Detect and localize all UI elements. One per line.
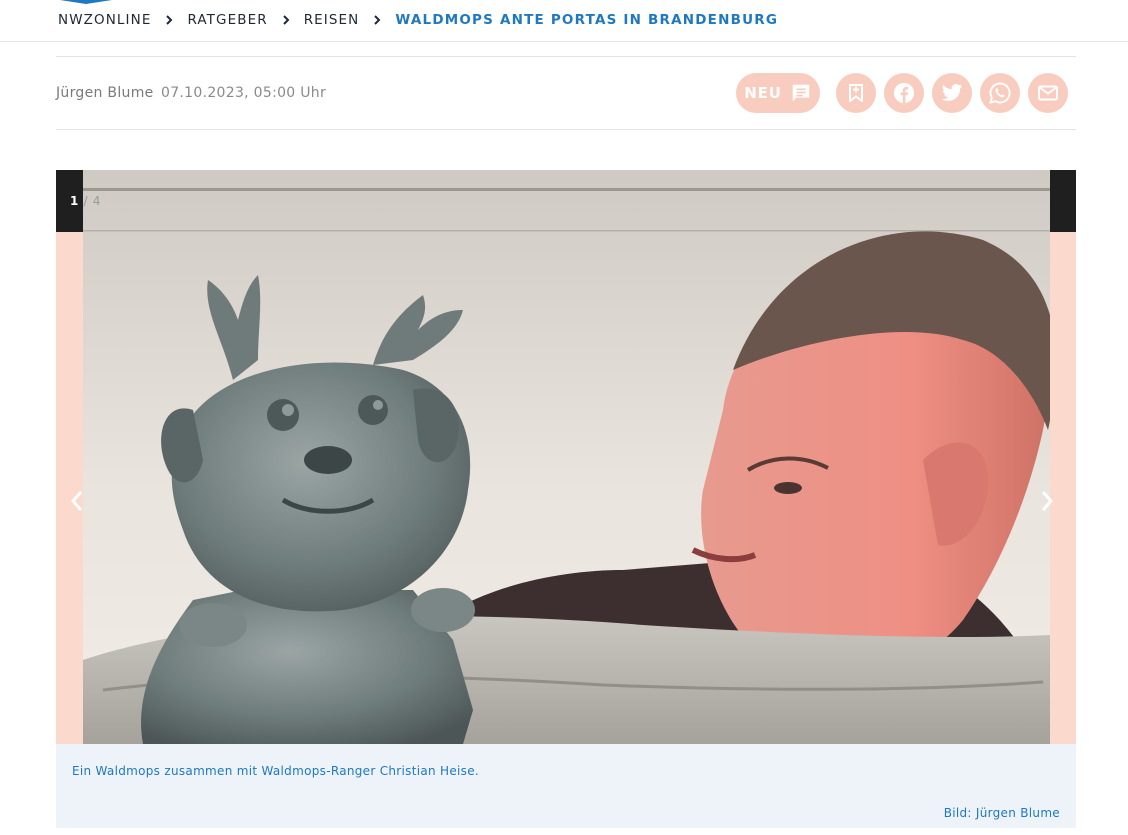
breadcrumb: NWZONLINE RATGEBER REISEN WALDMOPS ANTE … (58, 10, 778, 30)
gallery-prev-button[interactable] (64, 486, 90, 516)
mail-icon (1038, 85, 1058, 101)
twitter-icon (941, 83, 963, 101)
breadcrumb-ratgeber[interactable]: RATGEBER (187, 12, 267, 28)
chevron-right-icon (268, 10, 304, 30)
gallery-prev-image-strip (56, 170, 83, 744)
breadcrumb-current: WALDMOPS ANTE PORTAS IN BRANDENBURG (395, 12, 779, 28)
image-caption-box: Ein Waldmops zusammen mit Waldmops-Range… (56, 744, 1076, 828)
gallery-total-count: 4 (92, 194, 101, 208)
bookmark-icon (849, 84, 863, 102)
whatsapp-share-button[interactable] (980, 73, 1020, 113)
comments-button[interactable]: NEU (736, 73, 820, 113)
gallery-next-image-strip (1050, 170, 1076, 744)
whatsapp-icon (989, 82, 1011, 104)
gallery-photo[interactable] (83, 170, 1050, 744)
publish-date: 07.10.2023, 05:00 Uhr (161, 85, 327, 101)
image-caption: Ein Waldmops zusammen mit Waldmops-Range… (72, 764, 480, 778)
chevron-right-icon (1041, 491, 1054, 511)
image-credit: Bild: Jürgen Blume (943, 806, 1060, 820)
comments-new-label: NEU (744, 84, 782, 102)
image-gallery: 1 / 4 (56, 170, 1076, 744)
twitter-share-button[interactable] (932, 73, 972, 113)
comment-icon (792, 84, 809, 102)
facebook-icon (893, 82, 915, 104)
bookmark-button[interactable] (836, 73, 876, 113)
breadcrumb-home[interactable]: NWZONLINE (58, 12, 151, 28)
chevron-right-icon (359, 10, 395, 30)
gallery-current-index: 1 (70, 194, 79, 208)
chevron-right-icon (151, 10, 187, 30)
site-header: NWZONLINE RATGEBER REISEN WALDMOPS ANTE … (0, 0, 1128, 42)
gallery-next-button[interactable] (1034, 486, 1060, 516)
gallery-next-image-top (1050, 170, 1076, 232)
breadcrumb-reisen[interactable]: REISEN (304, 12, 360, 28)
mail-share-button[interactable] (1028, 73, 1068, 113)
site-logo-icon[interactable] (60, 0, 112, 4)
facebook-share-button[interactable] (884, 73, 924, 113)
gallery-counter: 1 / 4 (70, 194, 101, 208)
gallery-counter-separator: / (83, 194, 89, 208)
author-name[interactable]: Jürgen Blume (56, 85, 154, 101)
chevron-left-icon (70, 491, 83, 511)
share-actions: NEU (736, 73, 1068, 113)
article-meta: Jürgen Blume 07.10.2023, 05:00 Uhr NEU (56, 56, 1076, 130)
